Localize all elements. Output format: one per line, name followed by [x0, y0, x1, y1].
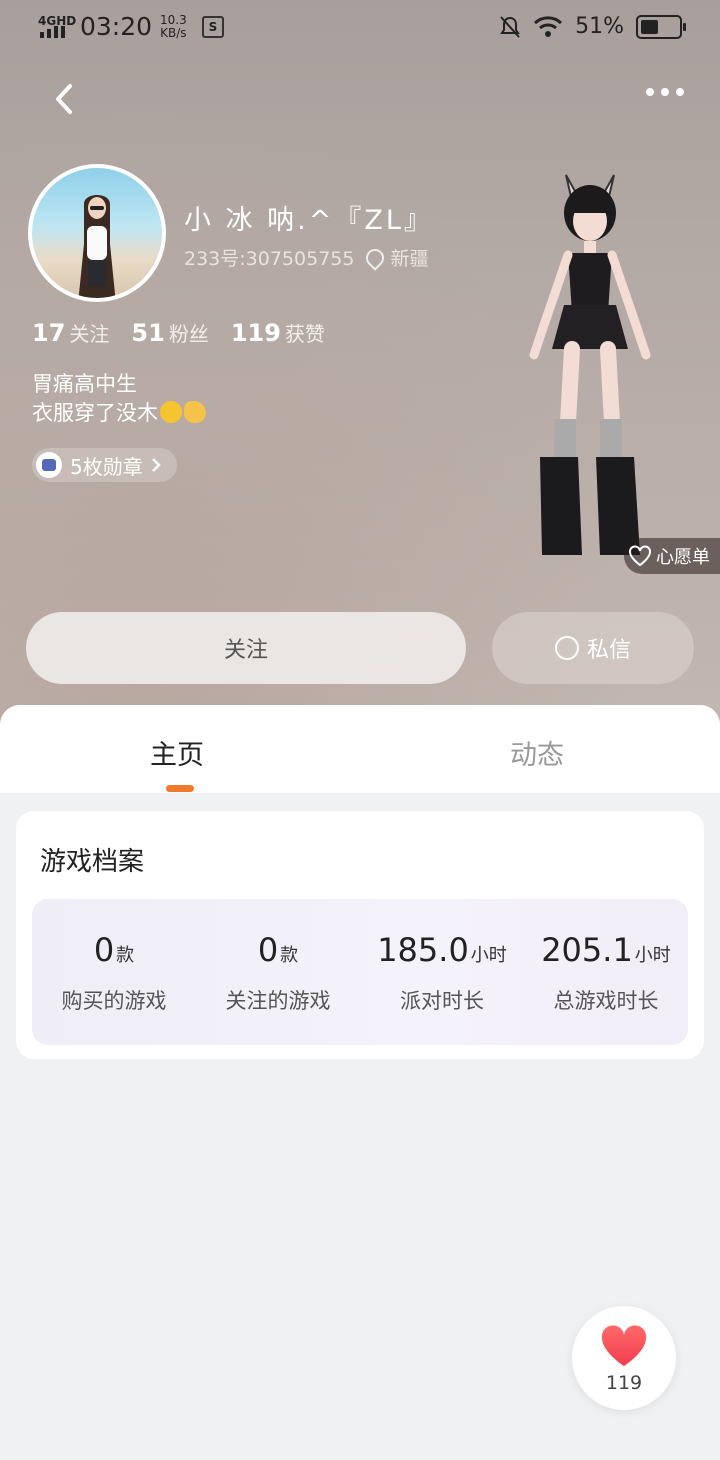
stat-label: 总游戏时长: [553, 989, 659, 1013]
wishlist-button[interactable]: 心愿单: [624, 538, 720, 574]
stat-label: 购买的游戏: [61, 989, 167, 1013]
battery-percent: 51%: [575, 14, 624, 39]
stat-purchased-games[interactable]: 0款 购买的游戏: [32, 931, 196, 1015]
like-count: 119: [605, 1372, 643, 1394]
stat-label: 派对时长: [400, 989, 484, 1013]
card-title: 游戏档案: [40, 847, 145, 877]
speed-unit: KB/s: [160, 26, 187, 40]
signal-icon: [40, 26, 65, 38]
laughing-emoji-icon: [160, 401, 182, 423]
nickname: 小 冰 呐.^『ZL』: [184, 205, 434, 236]
clock: 03:20: [80, 12, 153, 41]
bio: 胃痛高中生 衣服穿了没木: [32, 370, 206, 428]
bio-line: 胃痛高中生: [32, 372, 137, 396]
wishlist-label: 心愿单: [656, 547, 710, 568]
tab-bar: 主页 动态: [0, 705, 720, 793]
badges-label: 5枚勋章: [70, 454, 143, 479]
badge-icon: [36, 452, 62, 478]
stat-count: 51: [131, 319, 165, 347]
bio-text: 衣服穿了没木: [32, 401, 158, 425]
stat-fans[interactable]: 51 粉丝: [131, 318, 208, 347]
wifi-icon: [534, 15, 563, 37]
stat-following[interactable]: 17 关注: [32, 318, 109, 347]
stat-value: 0: [257, 931, 279, 969]
battery-icon: [636, 14, 686, 39]
stat-unit: 款: [116, 945, 135, 966]
badges-button[interactable]: 5枚勋章: [32, 448, 177, 482]
battery-fill: [641, 19, 658, 34]
status-right: 51%: [499, 14, 686, 39]
message-label: 私信: [586, 638, 631, 663]
stat-value: 205.1: [541, 931, 633, 969]
stat-value: 185.0: [377, 931, 469, 969]
game-stats-panel: 0款 购买的游戏 0款 关注的游戏 185.0 小时 派对时长 205.1 小时 总…: [32, 899, 688, 1045]
avatar-photo: [78, 195, 116, 298]
location-icon: [362, 244, 389, 271]
stat-count: 17: [32, 319, 66, 347]
profile-header: 4GHD 03:20 10.3 KB/s S 51% 小 冰 呐.^『ZL』 2…: [0, 0, 720, 740]
stat-likes[interactable]: 119 获赞: [231, 318, 325, 347]
status-bar: 4GHD 03:20 10.3 KB/s S 51%: [0, 0, 720, 56]
stat-total-play-time[interactable]: 205.1 小时 总游戏时长: [524, 931, 688, 1015]
mute-bell-icon: [500, 15, 520, 38]
profile-stats: 17 关注 51 粉丝 119 获赞: [32, 318, 325, 347]
stat-party-time[interactable]: 185.0 小时 派对时长: [360, 931, 524, 1015]
game-profile-card: 游戏档案 0款 购买的游戏 0款 关注的游戏 185.0 小时 派对时长 205.…: [16, 811, 704, 1059]
stat-unit: 小时: [634, 945, 671, 966]
stat-label: 关注: [69, 322, 110, 346]
network-speed: 10.3 KB/s: [160, 14, 187, 40]
like-button[interactable]: 119: [572, 1306, 676, 1410]
location: 新疆: [390, 248, 429, 270]
heart-outline-icon: [629, 545, 651, 567]
stat-label: 粉丝: [168, 322, 209, 346]
follow-button[interactable]: 关注: [26, 612, 466, 684]
pointing-hand-emoji-icon: [184, 401, 206, 423]
user-id-row: 233号:307505755 新疆: [184, 244, 428, 271]
more-icon[interactable]: [646, 88, 684, 96]
message-button[interactable]: 私信: [492, 612, 694, 684]
stat-value: 0: [93, 931, 115, 969]
tab-home[interactable]: 主页: [150, 733, 204, 772]
chevron-right-icon: [151, 458, 161, 472]
stat-followed-games[interactable]: 0款 关注的游戏: [196, 931, 360, 1015]
tab-feed[interactable]: 动态: [510, 733, 564, 772]
active-tab-indicator: [166, 785, 194, 792]
stat-unit: 款: [280, 945, 299, 966]
user-id: 233号:307505755: [184, 248, 355, 270]
back-icon[interactable]: [48, 82, 82, 116]
stat-label: 获赞: [284, 322, 325, 346]
stat-label: 关注的游戏: [225, 989, 331, 1013]
stat-count: 119: [230, 319, 281, 347]
app-notification-icon: S: [202, 16, 224, 38]
bio-line-2: 衣服穿了没木: [32, 399, 206, 428]
stat-unit: 小时: [470, 945, 507, 966]
avatar-3d-character[interactable]: [510, 165, 670, 575]
avatar[interactable]: [28, 164, 166, 302]
heart-icon: [601, 1325, 647, 1366]
chat-icon: [554, 636, 579, 660]
